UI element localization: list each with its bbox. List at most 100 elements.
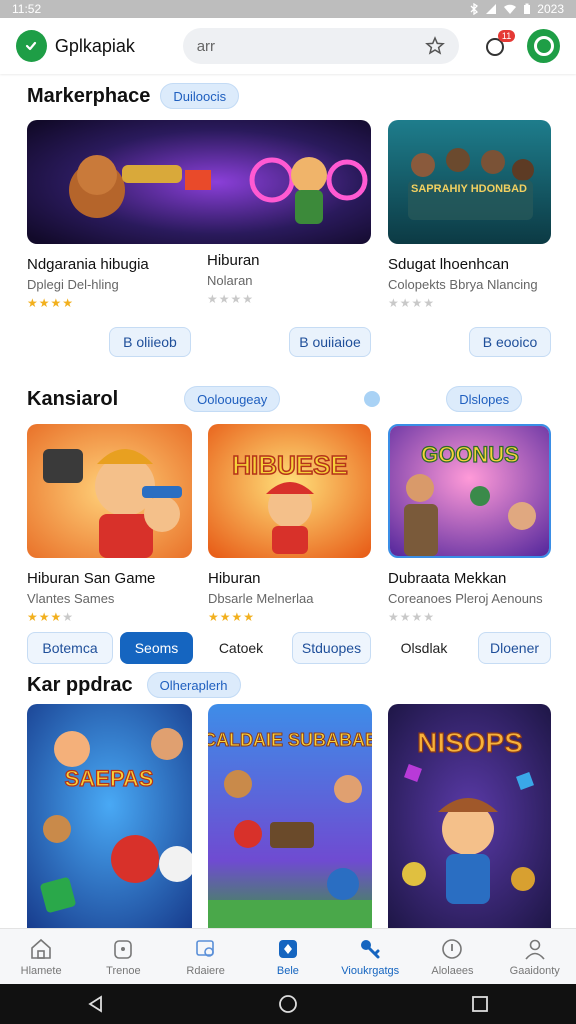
info-icon [442,938,463,959]
game-card[interactable]: NISOPS [388,704,551,928]
home-system-button[interactable] [268,984,308,1024]
game-card[interactable]: GOONUS Dubraata Mekkan Coreanoes Pleroj … [388,424,551,624]
game-art: HIBUESE [208,424,371,558]
filter-chip[interactable]: Stduopes [292,632,371,664]
bluetooth-icon [470,3,479,15]
key-icon [361,939,380,958]
game-thumbnail[interactable]: CALDAIE SUBABAE [208,704,372,928]
battery-text: 2023 [537,2,564,16]
game-subtitle: Colopekts Bbrya Nlancing [388,277,538,292]
game-art: NISOPS [388,704,551,928]
game-subtitle: Vlantes Sames [27,591,115,606]
game-card[interactable]: CALDAIE SUBABAE [208,704,372,928]
section-title: Kar ppdrac [27,673,133,696]
game-thumbnail[interactable]: HIBUESE [208,424,371,558]
star-outline-icon[interactable] [425,36,446,56]
rating-stars: ★★★★ [388,610,436,624]
game-title: Dubraata Mekkan [388,570,507,587]
game-thumbnail[interactable]: SAPRAHIY HDONBAD [388,120,551,244]
game-art-title: GOONUS [421,442,519,467]
get-button[interactable]: B ouiiaioe [289,327,371,357]
store-icon [114,939,133,959]
section-pill[interactable]: Dlslopes [446,386,523,412]
signal-icon [486,4,497,14]
game-art: GOONUS [390,426,549,556]
game-art-title: HIBUESE [232,450,348,480]
search-input[interactable] [196,37,397,55]
nav-item-games[interactable]: Bele [247,929,329,984]
game-card[interactable]: HIBUESE Hiburan Dbsarle Melnerlaa ★★★★ [208,424,371,624]
back-button[interactable] [76,984,116,1024]
game-art: CALDAIE SUBABAE [208,704,372,928]
get-button[interactable]: B eooico [469,327,551,357]
game-subtitle: Dbsarle Melnerlaa [208,591,314,606]
nav-label: Gaaidonty [509,964,560,977]
game-art [27,120,371,244]
nav-label: Trenoe [106,964,141,977]
nav-item-store[interactable]: Trenoe [82,929,164,984]
search-bar[interactable] [182,28,460,64]
library-icon [195,939,214,957]
filter-chip[interactable]: Olsdlak [388,632,460,664]
nav-label: Bele [276,964,299,977]
nav-item-keys[interactable]: Vioukrgatgs [329,929,411,984]
game-thumbnail[interactable] [27,120,371,244]
status-time: 11:52 [12,2,42,16]
notification-badge: 11 [497,30,516,42]
nav-item-info[interactable]: Alolaees [411,929,493,984]
section-pill[interactable]: Duiloocis [160,83,240,109]
nav-label: Alolaees [431,964,474,977]
game-thumbnail[interactable]: NISOPS [388,704,551,928]
notifications-button[interactable]: 11 [483,30,516,58]
game-card-text[interactable]: Hiburan Nolaran ★★★★ [207,252,371,306]
app-name: Gplkapiak [54,35,135,56]
section-header-kansiarol: Kansiarol Ooloougeay Dlslopes [27,386,523,412]
section-pill[interactable]: Olheraplerh [146,672,241,698]
game-title: Sdugat lhoenhcan [388,256,509,273]
game-card[interactable]: SAPRAHIY HDONBAD Sdugat lhoenhcan Colope… [388,120,551,310]
filter-chip[interactable]: Dloener [478,632,551,664]
app-logo[interactable] [16,30,47,62]
game-subtitle: Coreanoes Pleroj Aenouns [388,591,543,606]
profile-button[interactable] [527,29,560,63]
rating-stars: ★★★★ [207,292,255,306]
recents-square-icon [472,996,488,1012]
nav-item-library[interactable]: Rdaiere [165,929,247,984]
game-thumbnail[interactable] [27,424,192,558]
game-art-title: SAEPAS [65,766,154,791]
game-thumbnail[interactable]: SAEPAS [27,704,192,928]
nav-label: Hlamete [20,964,62,977]
chevron-right-icon [26,41,37,51]
wifi-icon [504,4,517,14]
section-header-marketplace: Markerphace Duiloocis [27,83,240,109]
game-title: Hiburan San Game [27,570,156,587]
filter-chip[interactable]: Botemca [27,632,113,664]
profile-icon [525,939,545,960]
status-icons: 2023 [469,2,564,16]
rating-stars: ★★★★ [388,296,436,310]
rating-stars: ★★★★ [208,610,256,624]
game-art-title: NISOPS [417,727,523,758]
game-card[interactable]: Hiburan San Game Vlantes Sames ★★★★ [27,424,192,624]
dot-indicator [364,391,381,407]
nav-label: Rdaiere [186,964,225,977]
back-triangle-icon [88,995,102,1013]
nav-item-home[interactable]: Hlamete [0,929,82,984]
filter-chip-active[interactable]: Seoms [120,632,193,664]
get-button[interactable]: B oliieob [109,327,191,357]
battery-icon [524,3,531,14]
recents-button[interactable] [460,984,500,1024]
nav-item-profile[interactable]: Gaaidonty [494,929,576,984]
game-card[interactable]: SAEPAS [27,704,192,928]
bottom-navigation: Hlamete Trenoe Rdaiere Bele Vioukrgatgs … [0,928,576,984]
top-app-bar: Gplkapiak 11 [0,18,576,74]
game-art [27,424,192,558]
nav-label: Vioukrgatgs [341,964,400,977]
game-title: Hiburan [207,252,260,269]
game-title: Hiburan [208,570,261,587]
filter-chip[interactable]: Catoek [208,632,274,664]
game-art-title: SAPRAHIY HDONBAD [411,183,527,195]
home-circle-icon [279,995,297,1013]
section-pill[interactable]: Ooloougeay [184,386,281,412]
game-thumbnail[interactable]: GOONUS [388,424,551,558]
